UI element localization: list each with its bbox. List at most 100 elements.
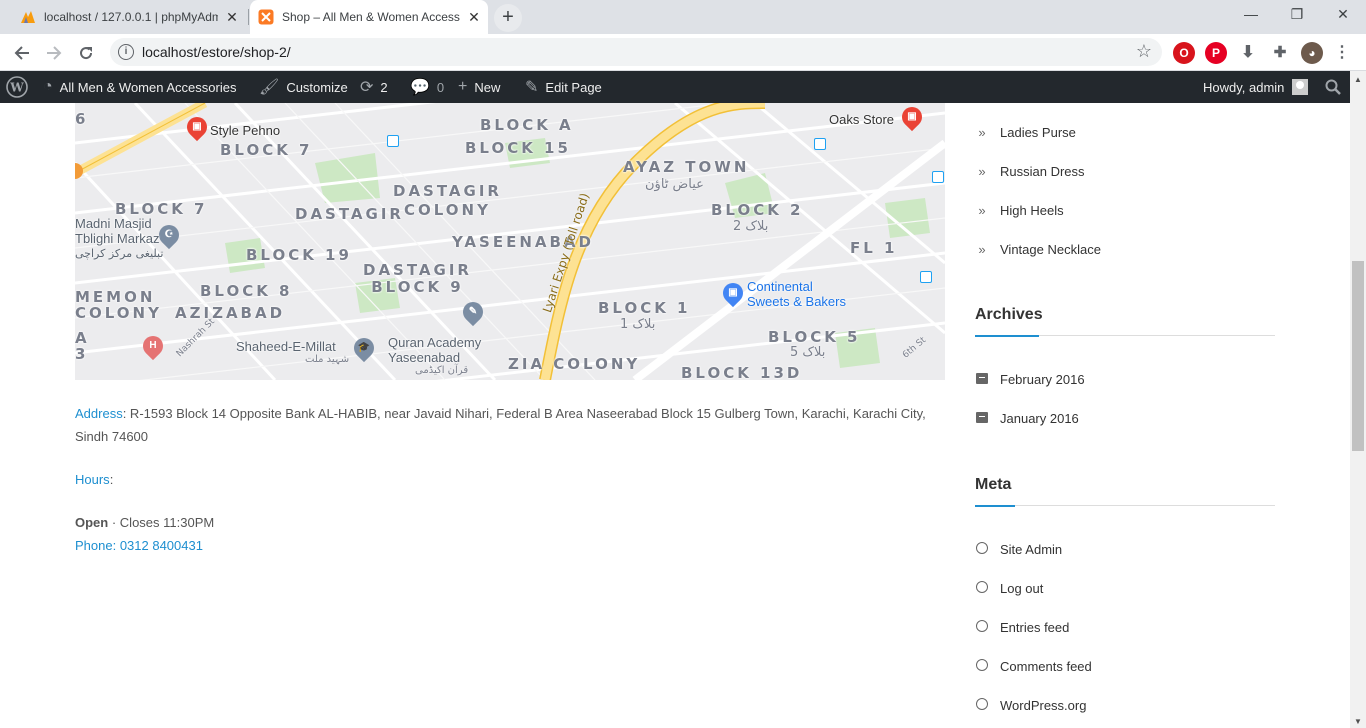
comments-link[interactable]: 💬 0 — [410, 71, 444, 103]
circle-icon — [975, 580, 989, 596]
poi-continental-sweets[interactable]: Continental Sweets & Bakers — [747, 279, 846, 309]
bookmark-star-icon[interactable]: ☆ — [1136, 41, 1152, 62]
phone-link[interactable]: Phone: 0312 8400431 — [75, 538, 203, 553]
poi-shaheed-e-millat-urdu: شہید ملت — [305, 354, 350, 365]
address-bar[interactable]: i localhost/estore/shop-2/ ☆ — [110, 38, 1162, 66]
meta-item[interactable]: Entries feed — [975, 617, 1069, 637]
new-tab-button[interactable]: + — [494, 4, 522, 32]
bus-stop-icon[interactable] — [387, 135, 399, 147]
close-tab-icon[interactable]: ✕ — [224, 9, 240, 25]
minimize-icon[interactable]: — — [1228, 0, 1274, 30]
category-item[interactable]: » Vintage Necklace — [975, 239, 1101, 259]
new-label: New — [474, 79, 501, 95]
poi-oaks-store[interactable]: Oaks Store — [829, 112, 894, 127]
menu-kebab-icon[interactable]: ⋮ — [1331, 42, 1353, 64]
category-label: High Heels — [1000, 202, 1064, 218]
tab-phpmyadmin[interactable]: localhost / 127.0.0.1 | phpMyAdmin ✕ — [12, 0, 246, 34]
map-label-block-5-urdu: بلاک 5 — [790, 345, 826, 360]
poi-shaheed-e-millat[interactable]: Shaheed-E-Millat — [236, 339, 336, 354]
browser-toolbar: i localhost/estore/shop-2/ ☆ O P ⬇ ✚ ◕ ⋮ — [0, 34, 1366, 71]
close-tab-icon[interactable]: ✕ — [466, 9, 482, 25]
shopping-pin-icon[interactable]: ▣ — [182, 112, 212, 142]
archive-item[interactable]: February 2016 — [975, 369, 1085, 389]
circle-icon — [975, 658, 989, 674]
scrollbar-thumb[interactable] — [1352, 261, 1364, 451]
category-item[interactable]: » High Heels — [975, 200, 1064, 220]
map-label-block-a: BLOCK A — [480, 116, 574, 134]
address-label: Address — [75, 406, 123, 421]
school-pin-icon[interactable]: 🎓 — [349, 333, 379, 363]
map-label-block-2-urdu: بلاک 2 — [733, 219, 769, 234]
meta-item[interactable]: Comments feed — [975, 656, 1092, 676]
new-content-link[interactable]: + New — [458, 71, 500, 103]
category-item[interactable]: » Ladies Purse — [975, 122, 1076, 142]
edit-page-link[interactable]: ✎ Edit Page — [525, 71, 602, 103]
updates-icon: ⟳ — [360, 79, 374, 96]
reload-icon[interactable] — [73, 40, 99, 66]
howdy-label: Howdy, admin — [1203, 79, 1285, 95]
meta-item[interactable]: WordPress.org — [975, 695, 1086, 715]
double-chevron-icon: » — [978, 124, 986, 140]
forward-icon[interactable] — [41, 40, 67, 66]
double-chevron-icon: » — [978, 241, 986, 257]
category-label: Russian Dress — [1000, 163, 1085, 179]
double-chevron-icon: » — [978, 163, 986, 179]
meta-item[interactable]: Site Admin — [975, 539, 1062, 559]
page-content: BLOCK A BLOCK 15 BLOCK 7 AYAZ TOWN عیاض … — [0, 103, 1350, 728]
meta-item[interactable]: Log out — [975, 578, 1043, 598]
meta-label: Entries feed — [1000, 619, 1070, 635]
back-icon[interactable] — [9, 40, 35, 66]
shopping-pin-icon[interactable]: ▣ — [718, 278, 748, 308]
meta-label: Log out — [1000, 580, 1044, 596]
site-info-icon[interactable]: i — [118, 44, 134, 60]
search-icon[interactable] — [1325, 71, 1341, 103]
close-window-icon[interactable]: ✕ — [1320, 0, 1366, 30]
circle-icon — [975, 697, 989, 713]
title-underline — [975, 505, 1015, 507]
updates-link[interactable]: ⟳ 2 — [360, 71, 388, 103]
archive-item[interactable]: January 2016 — [975, 408, 1079, 428]
double-chevron-icon: » — [978, 202, 986, 218]
map-label-block-8: BLOCK 8 — [200, 282, 293, 300]
map-label-block-13d: BLOCK 13D — [681, 364, 803, 380]
poi-quran-academy[interactable]: Quran Academy Yaseenabad — [388, 335, 481, 365]
url-text: localhost/estore/shop-2/ — [142, 44, 291, 60]
hospital-pin-icon[interactable]: H — [138, 331, 168, 361]
map-label-block-5: BLOCK 5 — [768, 328, 861, 346]
download-icon[interactable]: ⬇ — [1237, 42, 1259, 64]
site-name-link[interactable]: ◔ All Men & Women Accessories — [43, 71, 236, 103]
meta-label: WordPress.org — [1000, 697, 1087, 713]
tab-shop[interactable]: Shop – All Men & Women Accessories ✕ — [250, 0, 488, 34]
map-label-3: 3 — [75, 345, 89, 363]
school-pin-icon[interactable]: ✎ — [458, 297, 488, 327]
store-hours: Hours: — [75, 468, 945, 491]
comments-count: 0 — [436, 79, 445, 95]
title-underline — [975, 335, 1039, 337]
map-label-memon-colony: MEMON COLONY — [75, 288, 162, 322]
scroll-down-arrow-icon[interactable]: ▼ — [1354, 717, 1362, 726]
bus-stop-icon[interactable] — [932, 171, 944, 183]
pinterest-icon[interactable]: P — [1205, 42, 1227, 64]
extensions-puzzle-icon[interactable]: ✚ — [1269, 42, 1291, 64]
opera-adblock-icon[interactable]: O — [1173, 42, 1195, 64]
hours-label: Hours — [75, 472, 110, 487]
customize-link[interactable]: 🖌 Customize — [259, 71, 348, 103]
map-label-azizabad: AZIZABAD — [175, 304, 286, 322]
account-menu[interactable]: Howdy, admin — [1203, 71, 1309, 103]
bus-stop-icon[interactable] — [920, 271, 932, 283]
wordpress-logo-icon[interactable]: W — [6, 71, 28, 103]
paintbrush-icon: 🖌 — [259, 79, 280, 96]
poi-madni-masjid[interactable]: Madni Masjid Tblighi Markaz — [75, 216, 160, 246]
scroll-up-arrow-icon[interactable]: ▲ — [1354, 75, 1362, 84]
category-item[interactable]: » Russian Dress — [975, 161, 1085, 181]
poi-style-pehno[interactable]: Style Pehno — [210, 123, 280, 138]
circle-icon — [975, 541, 989, 557]
page-scrollbar[interactable]: ▲ ▼ — [1350, 71, 1366, 728]
updates-count: 2 — [380, 79, 388, 95]
shopping-pin-icon[interactable]: ▣ — [897, 103, 927, 132]
profile-avatar[interactable]: ◕ — [1301, 42, 1323, 64]
google-map[interactable]: BLOCK A BLOCK 15 BLOCK 7 AYAZ TOWN عیاض … — [75, 103, 945, 380]
map-label-block-2: BLOCK 2 — [711, 201, 804, 219]
bus-stop-icon[interactable] — [814, 138, 826, 150]
restore-icon[interactable]: ❐ — [1274, 0, 1320, 30]
